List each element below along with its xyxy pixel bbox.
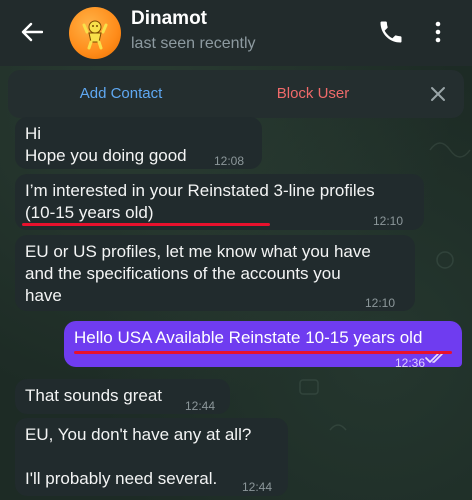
more-menu-button[interactable] bbox=[426, 18, 450, 46]
message-time: 12:10 bbox=[365, 296, 396, 310]
avatar[interactable] bbox=[69, 7, 121, 59]
message-time: 12:44 bbox=[185, 399, 216, 413]
message-text: EU, You don't have any at all? I'll prob… bbox=[25, 425, 252, 488]
message-time: 12:36 bbox=[395, 356, 426, 370]
phone-icon bbox=[380, 21, 402, 43]
block-user-button[interactable]: Block User bbox=[258, 70, 368, 118]
contact-info[interactable]: Dinamot last seen recently bbox=[131, 8, 256, 55]
message-bubble-incoming[interactable]: Hi Hope you doing good 12:08 bbox=[15, 117, 262, 169]
arrow-left-icon bbox=[21, 22, 43, 42]
more-vertical-icon bbox=[435, 21, 441, 43]
message-bubble-incoming[interactable]: I’m interested in your Reinstated 3-line… bbox=[15, 174, 424, 230]
close-action-bar-button[interactable] bbox=[426, 82, 450, 106]
message-bubble-incoming[interactable]: EU, You don't have any at all? I'll prob… bbox=[15, 418, 288, 496]
message-time: 12:44 bbox=[242, 480, 273, 494]
add-contact-button[interactable]: Add Contact bbox=[56, 70, 186, 118]
annotation-underline bbox=[22, 223, 270, 226]
call-button[interactable] bbox=[377, 18, 405, 46]
contact-status: last seen recently bbox=[131, 35, 256, 52]
message-text: Hello USA Available Reinstate 10-15 year… bbox=[74, 328, 423, 347]
new-contact-action-bar: Add Contact Block User bbox=[8, 70, 464, 118]
close-icon bbox=[431, 87, 445, 101]
message-time: 12:08 bbox=[214, 154, 245, 168]
message-text: EU or US profiles, let me know what you … bbox=[25, 242, 371, 305]
message-text: I’m interested in your Reinstated 3-line… bbox=[25, 181, 375, 222]
message-bubble-outgoing[interactable]: Hello USA Available Reinstate 10-15 year… bbox=[64, 321, 462, 370]
message-bubble-incoming[interactable]: That sounds great 12:44 bbox=[15, 379, 230, 414]
chat-header: Dinamot last seen recently bbox=[0, 0, 472, 66]
avatar-figure-icon bbox=[82, 20, 108, 50]
message-time: 12:10 bbox=[373, 214, 404, 228]
message-bubble-incoming[interactable]: EU or US profiles, let me know what you … bbox=[15, 235, 415, 311]
back-button[interactable] bbox=[18, 18, 46, 46]
contact-name: Dinamot bbox=[131, 8, 207, 29]
annotation-underline bbox=[74, 351, 452, 354]
